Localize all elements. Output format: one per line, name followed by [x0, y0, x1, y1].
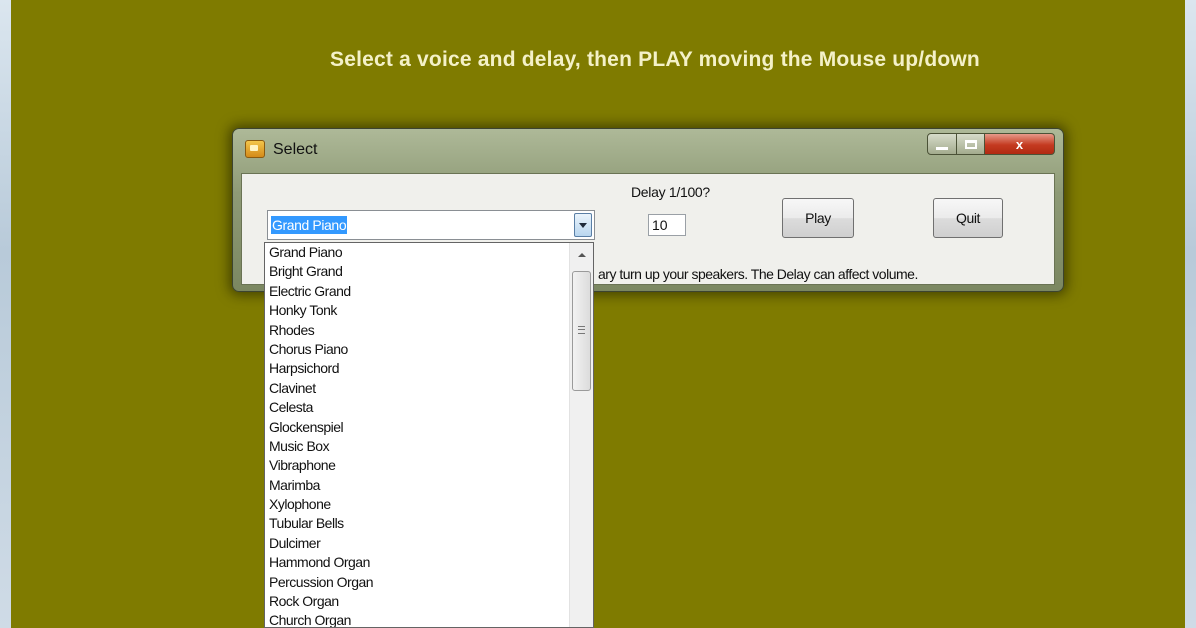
voice-option[interactable]: Xylophone [265, 495, 569, 514]
voice-option[interactable]: Rhodes [265, 321, 569, 340]
voice-combobox[interactable]: Grand Piano [267, 210, 595, 240]
voice-option[interactable]: Bright Grand [265, 262, 569, 281]
voice-option[interactable]: Celesta [265, 398, 569, 417]
voice-option[interactable]: Chorus Piano [265, 340, 569, 359]
title-bar[interactable]: Select x [233, 129, 1063, 171]
app-icon [245, 140, 265, 158]
voice-option[interactable]: Percussion Organ [265, 573, 569, 592]
voice-option[interactable]: Honky Tonk [265, 301, 569, 320]
hint-text: ary turn up your speakers. The Delay can… [598, 266, 918, 282]
voice-option[interactable]: Marimba [265, 476, 569, 495]
window-title: Select [273, 141, 318, 158]
voice-option[interactable]: Church Organ [265, 611, 569, 627]
voice-option[interactable]: Dulcimer [265, 534, 569, 553]
voice-option[interactable]: Harpsichord [265, 359, 569, 378]
grip-icon [578, 326, 585, 334]
delay-input[interactable] [648, 214, 686, 236]
voice-option[interactable]: Hammond Organ [265, 553, 569, 572]
voice-dropdown-list: Grand Piano Bright Grand Electric Grand Hon… [264, 242, 594, 628]
quit-button[interactable]: Quit [933, 198, 1003, 238]
voice-option[interactable]: Clavinet [265, 379, 569, 398]
delay-label: Delay 1/100? [631, 184, 710, 200]
voice-selected-value: Grand Piano [271, 216, 348, 234]
instruction-text: Select a voice and delay, then PLAY movi… [330, 48, 980, 71]
voice-option[interactable]: Glockenspiel [265, 418, 569, 437]
voice-option[interactable]: Grand Piano [265, 243, 569, 262]
voice-option[interactable]: Vibraphone [265, 456, 569, 475]
minimize-button[interactable] [927, 133, 957, 155]
caption-buttons: x [927, 133, 1055, 157]
voice-option[interactable]: Electric Grand [265, 282, 569, 301]
close-icon: x [1015, 136, 1024, 152]
voice-options: Grand Piano Bright Grand Electric Grand Hon… [265, 243, 569, 627]
voice-option[interactable]: Rock Organ [265, 592, 569, 611]
maximize-icon [964, 139, 977, 149]
maximize-button[interactable] [957, 133, 985, 155]
voice-option[interactable]: Music Box [265, 437, 569, 456]
scroll-thumb[interactable] [572, 271, 591, 391]
olive-background [11, 0, 1185, 628]
dropdown-scrollbar[interactable] [569, 243, 593, 627]
close-button[interactable]: x [985, 133, 1055, 155]
scroll-up-button[interactable] [570, 243, 593, 267]
play-button[interactable]: Play [782, 198, 854, 238]
dropdown-arrow-button[interactable] [574, 213, 592, 237]
voice-option[interactable]: Tubular Bells [265, 514, 569, 533]
minimize-icon [936, 146, 948, 150]
